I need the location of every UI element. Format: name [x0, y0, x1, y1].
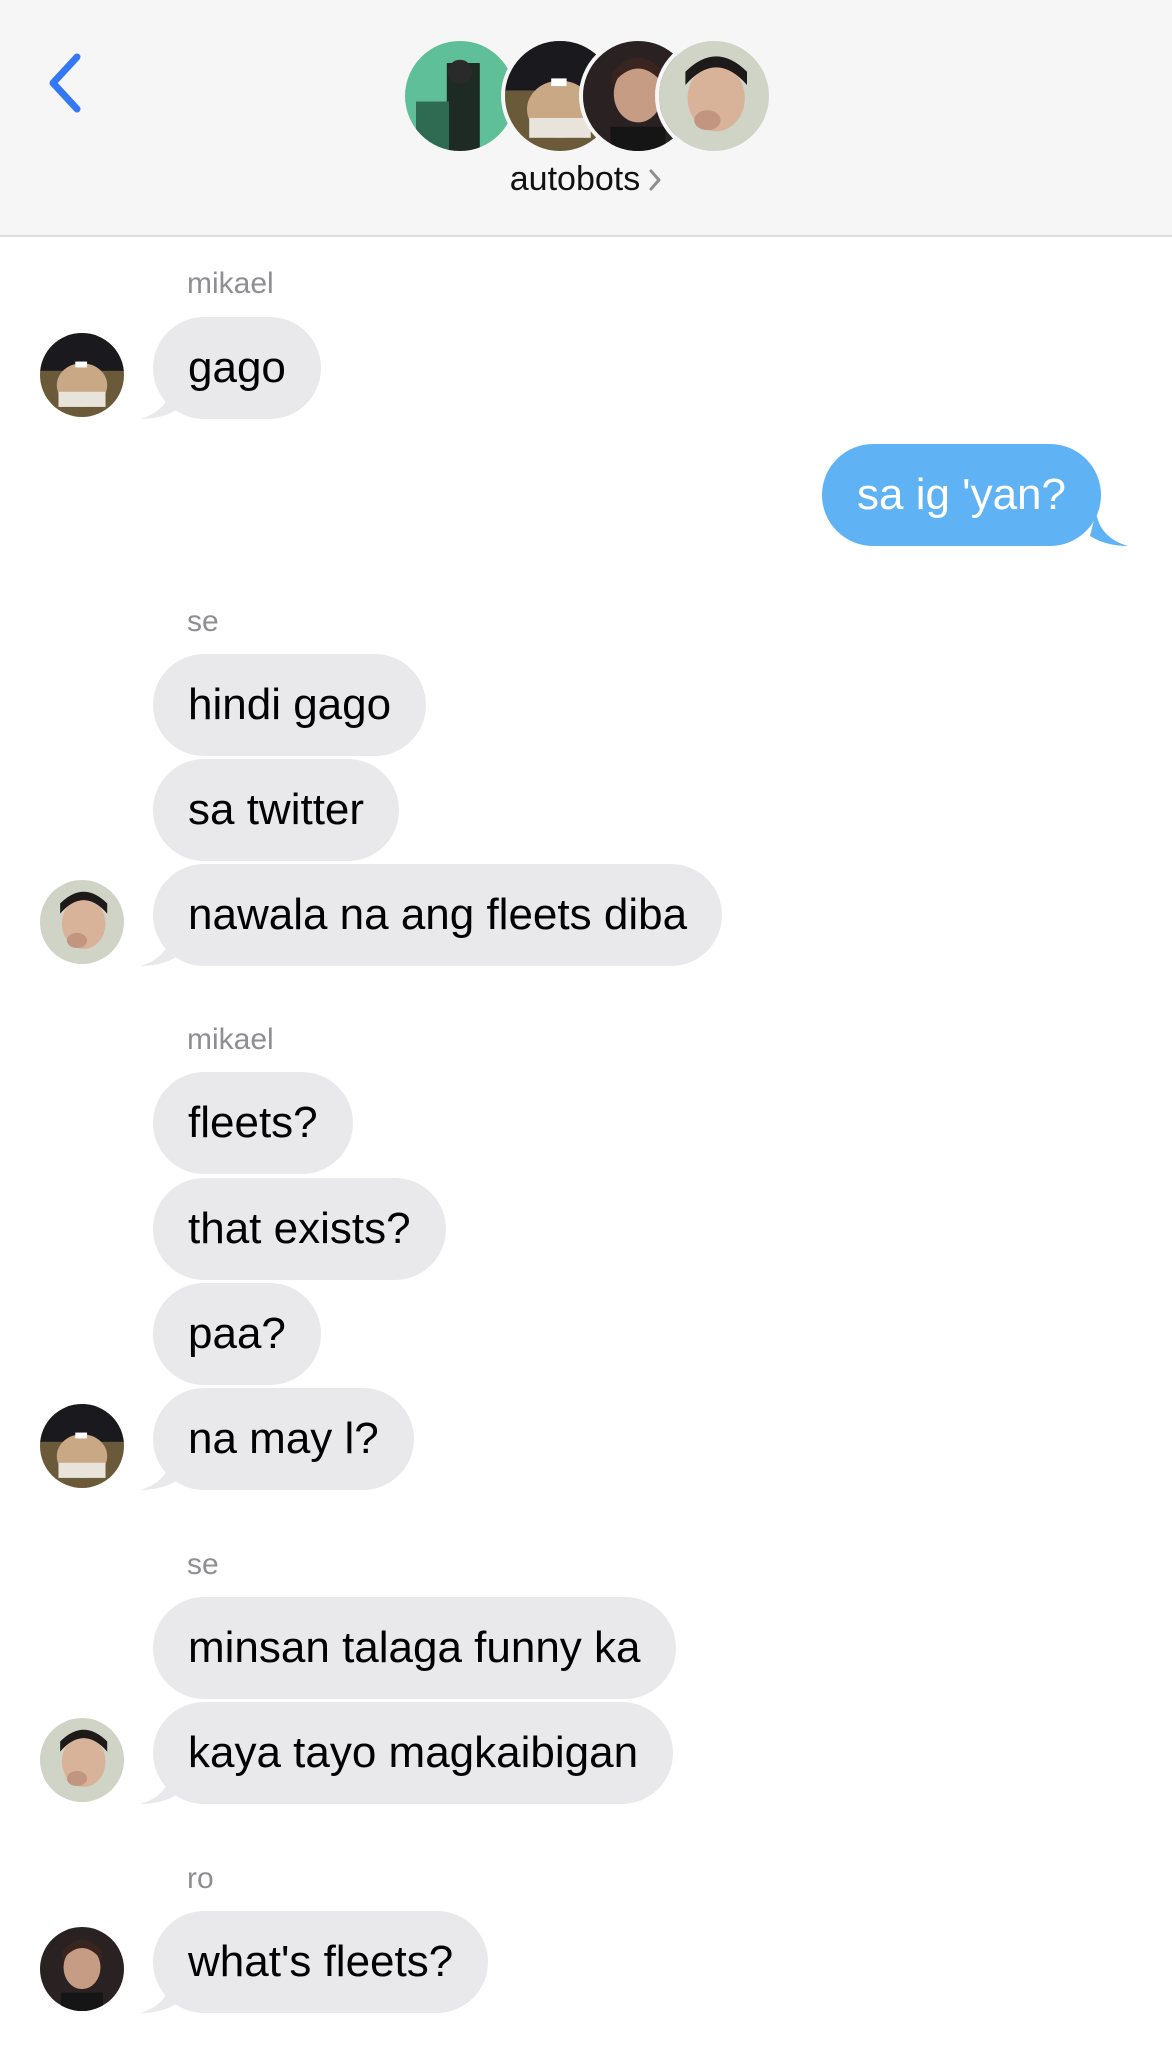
message-bubble-incoming[interactable]: that exists? — [153, 1178, 446, 1280]
avatar-ro[interactable] — [40, 1927, 124, 2011]
bubble-tail — [140, 1979, 178, 2013]
bubble-tail — [140, 1456, 178, 1490]
back-button[interactable] — [40, 48, 90, 118]
bubble-tail — [140, 932, 178, 966]
message-bubble-incoming[interactable]: what's fleets? — [153, 1911, 489, 2013]
message-bubble-incoming[interactable]: hindi gago — [153, 654, 427, 756]
bubble-tail — [1090, 512, 1128, 546]
sender-label: mikael — [187, 267, 274, 300]
sender-label: ro — [187, 1862, 214, 1895]
group-name-label: autobots — [509, 160, 641, 198]
avatar-mikael[interactable] — [40, 1404, 124, 1488]
avatar-se[interactable] — [40, 1718, 124, 1802]
message-bubble-incoming[interactable]: kaya tayo magkaibigan — [153, 1702, 674, 1804]
message-bubble-incoming[interactable]: paa? — [153, 1283, 321, 1385]
bubble-tail — [140, 1770, 178, 1804]
bubble-tail — [140, 385, 178, 419]
message-bubble-incoming[interactable]: gago — [153, 317, 321, 419]
chevron-right-icon — [648, 162, 662, 201]
avatar-se[interactable] — [40, 880, 124, 964]
message-bubble-incoming[interactable]: minsan talaga funny ka — [153, 1597, 676, 1699]
message-bubble-incoming[interactable]: nawala na ang fleets diba — [153, 864, 723, 966]
sender-label: mikael — [187, 1023, 274, 1056]
group-name-button[interactable]: autobots — [0, 160, 1172, 201]
chevron-left-icon — [49, 53, 81, 113]
conversation-header: autobots — [0, 0, 1172, 237]
group-avatars[interactable] — [401, 37, 773, 155]
message-bubble-incoming[interactable]: fleets? — [153, 1072, 353, 1174]
message-bubble-incoming[interactable]: sa twitter — [153, 759, 400, 861]
sender-label: se — [187, 605, 219, 638]
message-bubble-incoming[interactable]: na may l? — [153, 1388, 414, 1490]
sender-label: se — [187, 1548, 219, 1581]
avatar-mikael[interactable] — [40, 333, 124, 417]
group-avatar-4 — [655, 37, 773, 155]
message-bubble-outgoing[interactable]: sa ig 'yan? — [822, 444, 1101, 546]
